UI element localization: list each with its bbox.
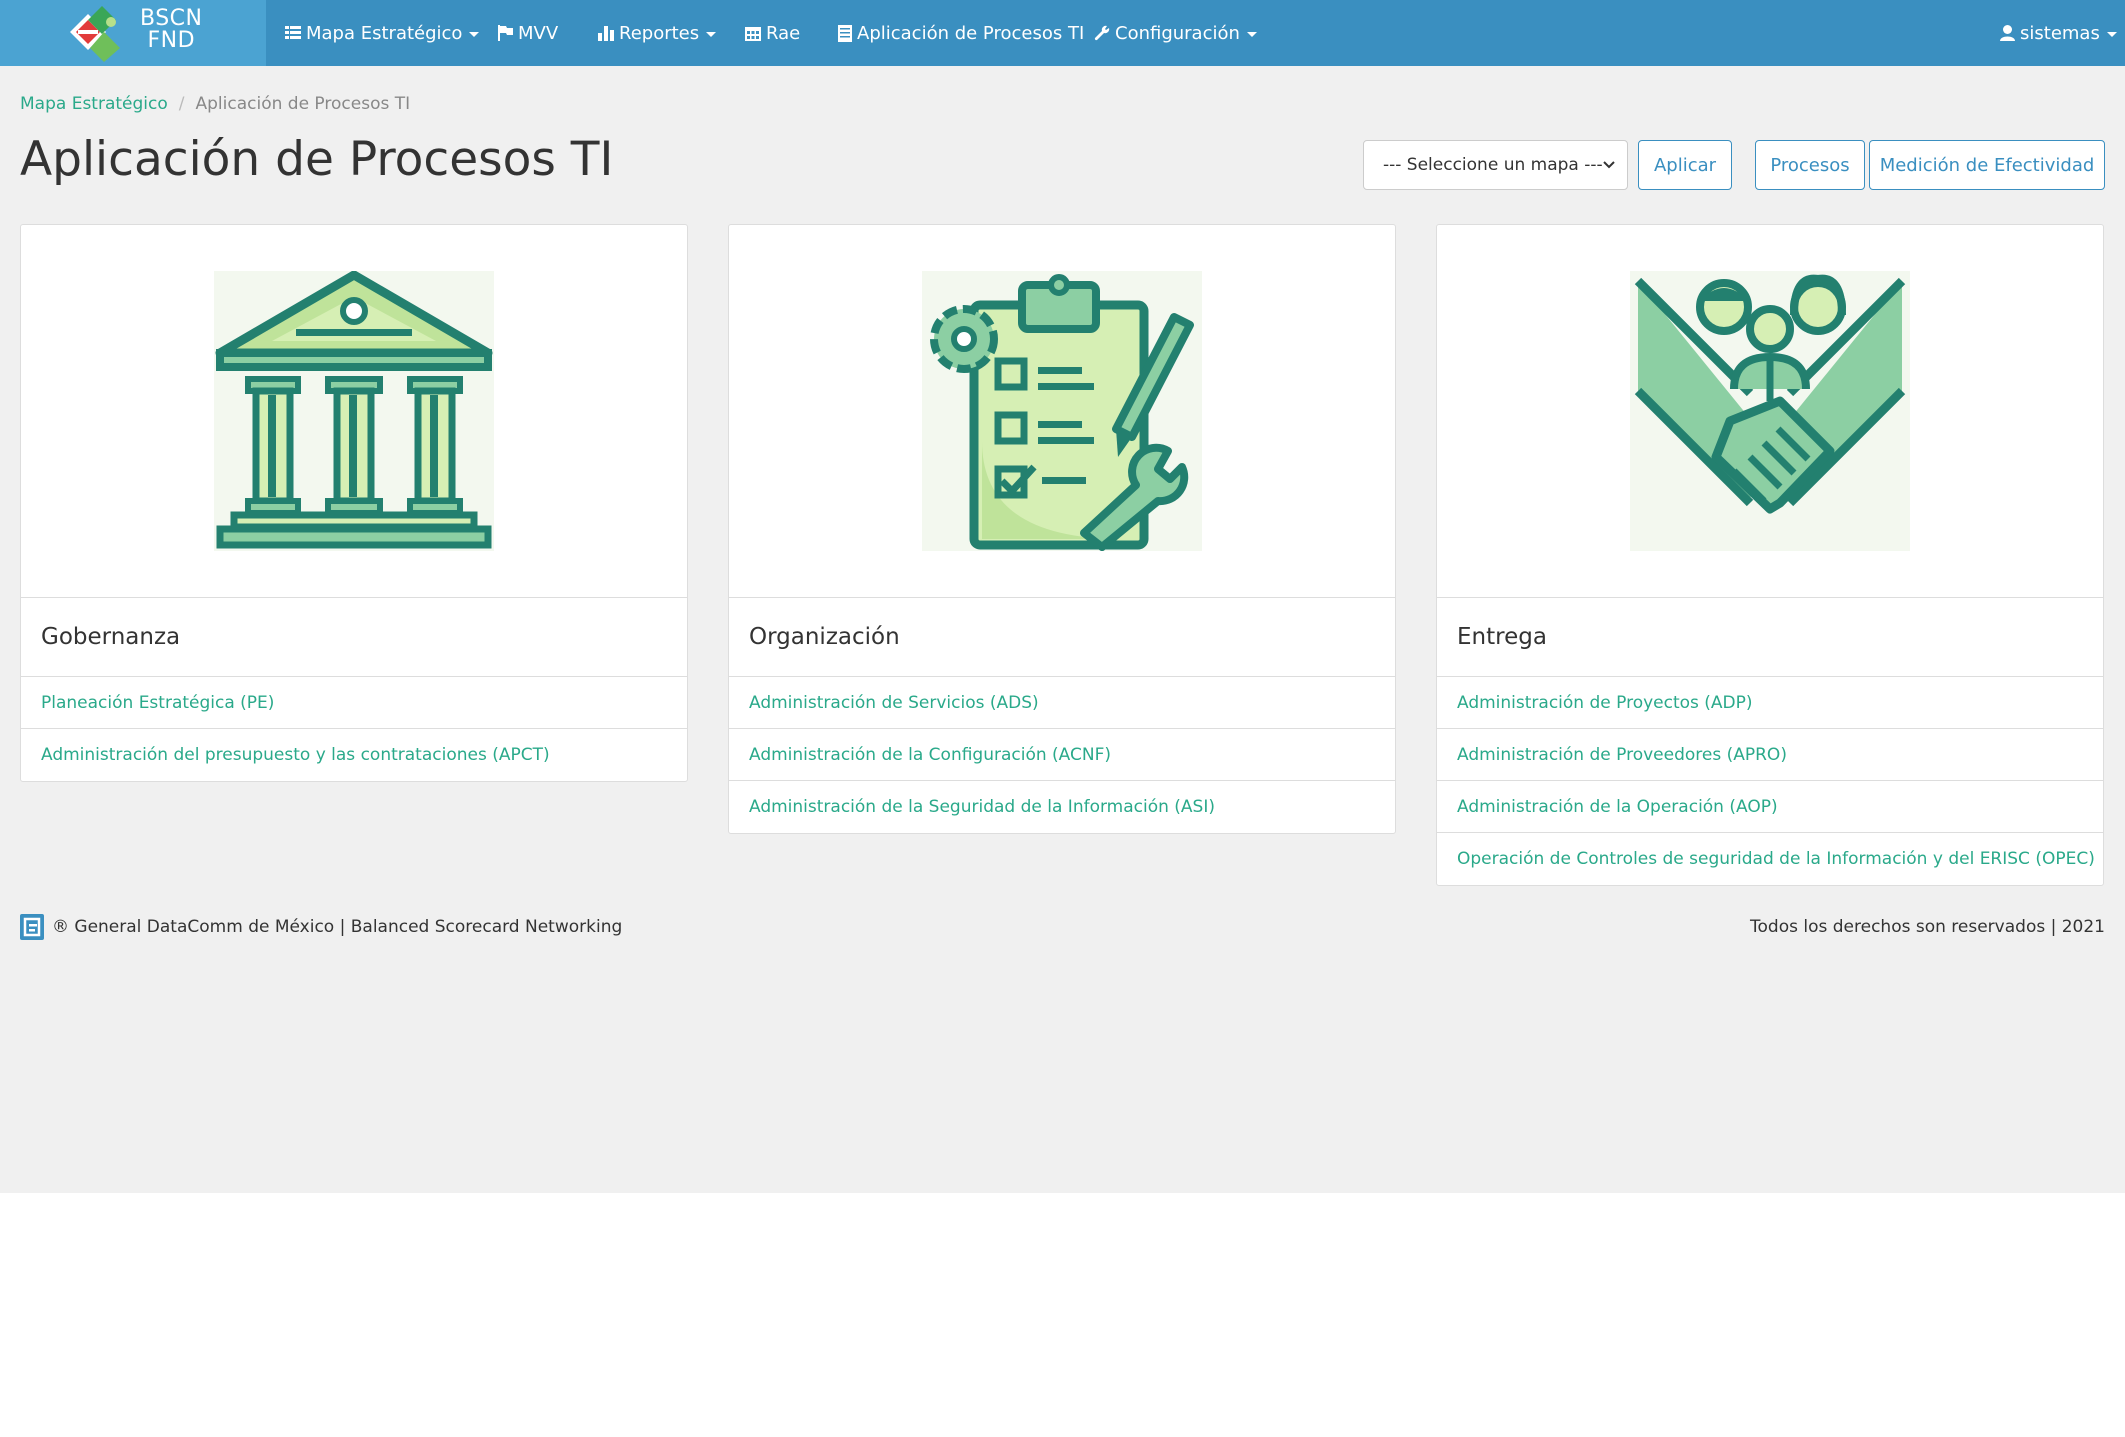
user-name: sistemas	[2020, 22, 2100, 44]
nav-label: Aplicación de Procesos TI	[857, 22, 1085, 44]
breadcrumb: Mapa Estratégico / Aplicación de Proceso…	[20, 94, 410, 114]
list-icon	[285, 26, 301, 39]
card-title: Organización	[729, 598, 1395, 677]
user-menu[interactable]: sistemas	[2000, 0, 2117, 66]
page: BSCN FND Mapa Estratégico MVV Reportes R…	[0, 0, 2125, 1193]
process-link-adp[interactable]: Administración de Proyectos (ADP)	[1437, 677, 2103, 729]
footer-rights: Todos los derechos son reservados | 2021	[1750, 917, 2105, 937]
card-image	[1437, 225, 2103, 598]
map-select[interactable]: --- Seleccione un mapa ---	[1363, 140, 1628, 190]
flag-icon	[498, 25, 513, 41]
nav-item-aplicacion-procesos[interactable]: Aplicación de Procesos TI	[838, 0, 1084, 66]
apply-button[interactable]: Aplicar	[1638, 140, 1732, 190]
process-link-apro[interactable]: Administración de Proveedores (APRO)	[1437, 729, 2103, 781]
nav-item-mvv[interactable]: MVV	[498, 0, 558, 66]
process-link-acnf[interactable]: Administración de la Configuración (ACNF…	[729, 729, 1395, 781]
nav-label: Mapa Estratégico	[306, 22, 463, 44]
card-image	[21, 225, 687, 598]
breadcrumb-current: Aplicación de Procesos TI	[195, 94, 411, 114]
clipboard-tools-icon	[922, 271, 1202, 551]
brand-logo-icon	[70, 6, 120, 62]
card-organizacion: Organización Administración de Servicios…	[728, 224, 1396, 834]
card-image	[729, 225, 1395, 598]
process-link-aop[interactable]: Administración de la Operación (AOP)	[1437, 781, 2103, 833]
processes-button[interactable]: Procesos	[1755, 140, 1865, 190]
caret-down-icon	[706, 31, 717, 37]
process-link-apct[interactable]: Administración del presupuesto y las con…	[21, 729, 687, 781]
caret-down-icon	[1246, 31, 1257, 37]
effectiveness-button[interactable]: Medición de Efectividad	[1869, 140, 2105, 190]
wrench-icon	[1094, 25, 1110, 41]
process-link-opec[interactable]: Operación de Controles de seguridad de l…	[1437, 833, 2103, 885]
document-icon	[838, 24, 852, 42]
company-logo-icon	[20, 914, 44, 940]
card-gobernanza: Gobernanza Planeación Estratégica (PE) A…	[20, 224, 688, 782]
card-title: Gobernanza	[21, 598, 687, 677]
brand-line-2: FND	[147, 28, 196, 53]
user-icon	[2000, 25, 2015, 41]
brand-line-1: BSCN	[140, 6, 203, 31]
card-title: Entrega	[1437, 598, 2103, 677]
caret-down-icon	[2106, 31, 2117, 37]
nav-label: Rae	[766, 22, 801, 44]
brand[interactable]: BSCN FND	[0, 0, 266, 66]
map-select-value: --- Seleccione un mapa ---	[1383, 155, 1603, 175]
process-link-asi[interactable]: Administración de la Seguridad de la Inf…	[729, 781, 1395, 833]
breadcrumb-home-link[interactable]: Mapa Estratégico	[20, 94, 168, 114]
footer-copyright: ® General DataComm de México | Balanced …	[52, 917, 623, 937]
caret-down-icon	[469, 31, 480, 37]
chevron-down-icon	[1603, 161, 1615, 169]
breadcrumb-separator: /	[178, 94, 185, 114]
handshake-team-icon	[1630, 271, 1910, 551]
process-link-pe[interactable]: Planeación Estratégica (PE)	[21, 677, 687, 729]
nav-item-configuracion[interactable]: Configuración	[1094, 0, 1257, 66]
card-entrega: Entrega Administración de Proyectos (ADP…	[1436, 224, 2104, 886]
page-title: Aplicación de Procesos TI	[20, 132, 614, 187]
footer-left: ® General DataComm de México | Balanced …	[20, 914, 622, 940]
government-building-icon	[214, 271, 494, 551]
calendar-icon	[745, 27, 761, 41]
nav-label: Reportes	[619, 22, 700, 44]
nav-item-rae[interactable]: Rae	[745, 0, 800, 66]
nav-item-reportes[interactable]: Reportes	[598, 0, 717, 66]
nav-label: Configuración	[1115, 22, 1240, 44]
bar-chart-icon	[598, 25, 614, 41]
top-navbar: BSCN FND Mapa Estratégico MVV Reportes R…	[0, 0, 2125, 66]
brand-text: BSCN FND	[140, 8, 203, 52]
nav-label: MVV	[518, 22, 559, 44]
process-link-ads[interactable]: Administración de Servicios (ADS)	[729, 677, 1395, 729]
nav-item-mapa-estrategico[interactable]: Mapa Estratégico	[285, 0, 480, 66]
